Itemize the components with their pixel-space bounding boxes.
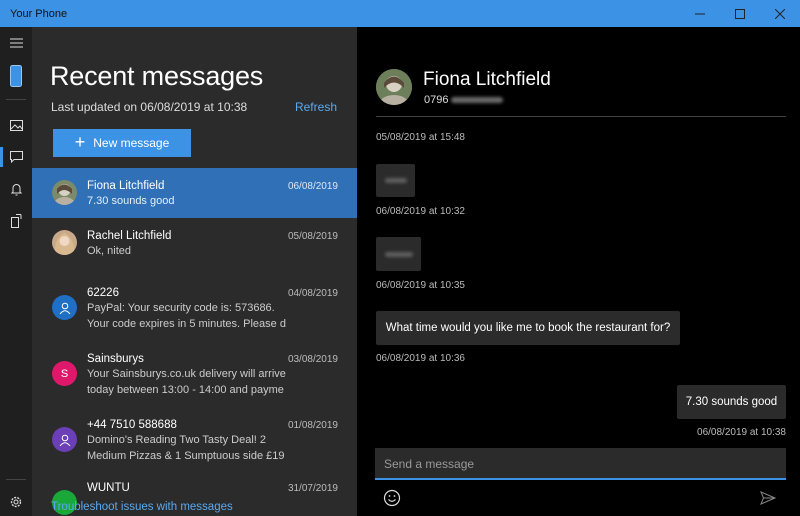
maximize-icon [735, 8, 745, 19]
messages-icon [9, 151, 23, 163]
conversation-preview: 7.30 sounds good [87, 195, 175, 207]
redacted-text [384, 178, 407, 183]
rail-divider-bottom [6, 479, 26, 480]
conversation-preview: Domino's Reading Two Tasty Deal! 2 [87, 434, 267, 446]
conversation-name: 62226 [87, 287, 119, 299]
redacted-text [384, 251, 413, 257]
conversation-item[interactable]: Rachel Litchfield 05/08/2019 Ok, nited [32, 218, 357, 278]
new-message-button[interactable]: + New message [53, 129, 191, 157]
contact-avatar [52, 295, 77, 320]
conversation-name: Rachel Litchfield [87, 230, 172, 242]
close-icon [775, 8, 785, 19]
conversation-preview-line2: today between 13:00 - 14:00 and payme [87, 384, 284, 396]
message-timestamp: 06/08/2019 at 10:35 [376, 280, 465, 291]
conversation-list: Fiona Litchfield 06/08/2019 7.30 sounds … [32, 168, 357, 515]
rail-divider [6, 99, 26, 100]
conversation-date: 06/08/2019 [287, 181, 338, 192]
rail-item-photos[interactable] [0, 113, 32, 137]
last-updated-text: Last updated on 06/08/2019 at 10:38 [51, 100, 248, 114]
message-timestamp: 06/08/2019 at 10:36 [376, 353, 465, 364]
phone-icon [10, 65, 22, 87]
title-bar: Your Phone [0, 0, 800, 27]
photos-icon [9, 119, 23, 131]
contact-photo-avatar [52, 180, 77, 205]
troubleshoot-link[interactable]: Troubleshoot issues with messages [51, 501, 233, 513]
contact-photo-avatar [376, 69, 412, 105]
conversation-item[interactable]: +44 7510 588688 01/08/2019 Domino's Read… [32, 410, 357, 474]
minimize-button[interactable] [680, 0, 720, 27]
phone-button[interactable] [0, 61, 32, 91]
contact-avatar [52, 427, 77, 452]
page-title: Recent messages [50, 61, 264, 91]
conversation-date: 31/07/2019 [287, 483, 338, 494]
conversation-preview: Ok, nited [87, 245, 132, 257]
plus-icon: + [74, 132, 86, 152]
refresh-link[interactable]: Refresh [295, 100, 337, 114]
new-message-label: New message [93, 136, 170, 150]
conversation-preview: Your Sainsburys.co.uk delivery will arri… [87, 368, 286, 380]
conversation-date: 05/08/2019 [287, 231, 338, 242]
rail-item-apps[interactable] [0, 209, 32, 233]
emoji-icon[interactable] [383, 489, 401, 507]
contact-photo-avatar [52, 230, 77, 255]
conversation-item[interactable]: 62226 04/08/2019 PayPal: Your security c… [32, 278, 357, 344]
header-divider [376, 116, 786, 117]
send-icon[interactable] [760, 491, 776, 505]
message-input-placeholder: Send a message [384, 457, 475, 471]
message-timestamp: 06/08/2019 at 10:38 [697, 427, 786, 438]
rail-item-notifications[interactable] [0, 177, 32, 201]
conversation-name: WUNTU [87, 482, 130, 494]
message-text: What time would you like me to book the … [385, 322, 671, 334]
conversation-item[interactable]: Fiona Litchfield 06/08/2019 7.30 sounds … [32, 168, 357, 218]
conversation-preview: PayPal: Your security code is: 573686. [87, 302, 275, 314]
conversation-date: 03/08/2019 [287, 354, 338, 365]
contact-number-text: 0796 [424, 94, 449, 106]
conversation-name: Sainsburys [87, 353, 144, 365]
message-input[interactable]: Send a message [375, 448, 786, 480]
conversation-panel: Fiona Litchfield 0796 05/08/2019 at 15:4… [357, 27, 800, 516]
apps-icon [11, 214, 22, 228]
contact-number: 0796 [424, 94, 504, 106]
incoming-message-bubble [376, 164, 415, 197]
person-icon [59, 434, 70, 446]
minimize-icon [695, 13, 705, 14]
contact-avatar: S [52, 361, 77, 386]
avatar-letter: S [60, 367, 69, 380]
conversation-date: 01/08/2019 [287, 420, 338, 431]
message-timestamp: 05/08/2019 at 15:48 [376, 132, 465, 143]
message-timestamp: 06/08/2019 at 10:32 [376, 206, 465, 217]
rail-item-messages[interactable] [0, 145, 32, 169]
conversation-item[interactable]: S Sainsburys 03/08/2019 Your Sainsburys.… [32, 344, 357, 410]
redacted-number [451, 97, 504, 104]
conversation-preview-line2: Your code expires in 5 minutes. Please d [87, 318, 286, 330]
incoming-message-bubble: What time would you like me to book the … [376, 311, 680, 345]
conversation-date: 04/08/2019 [287, 288, 338, 299]
hamburger-menu-button[interactable] [0, 31, 32, 55]
nav-rail [0, 27, 32, 516]
outgoing-message-bubble: 7.30 sounds good [677, 385, 786, 419]
window-title: Your Phone [10, 7, 68, 20]
notifications-icon [10, 183, 22, 195]
conversation-name: +44 7510 588688 [87, 419, 177, 431]
person-icon [59, 302, 70, 314]
settings-icon [10, 496, 22, 508]
close-button[interactable] [760, 0, 800, 27]
message-text: 7.30 sounds good [685, 396, 778, 408]
maximize-button[interactable] [720, 0, 760, 27]
conversation-preview-line2: Medium Pizzas & 1 Sumptuous side £19 [87, 450, 285, 462]
settings-button[interactable] [0, 490, 32, 514]
incoming-message-bubble [376, 237, 421, 271]
hamburger-menu-icon [9, 38, 23, 48]
conversation-name: Fiona Litchfield [87, 180, 165, 192]
contact-name: Fiona Litchfield [423, 69, 551, 90]
messages-list-panel: Recent messages Last updated on 06/08/20… [32, 27, 357, 516]
